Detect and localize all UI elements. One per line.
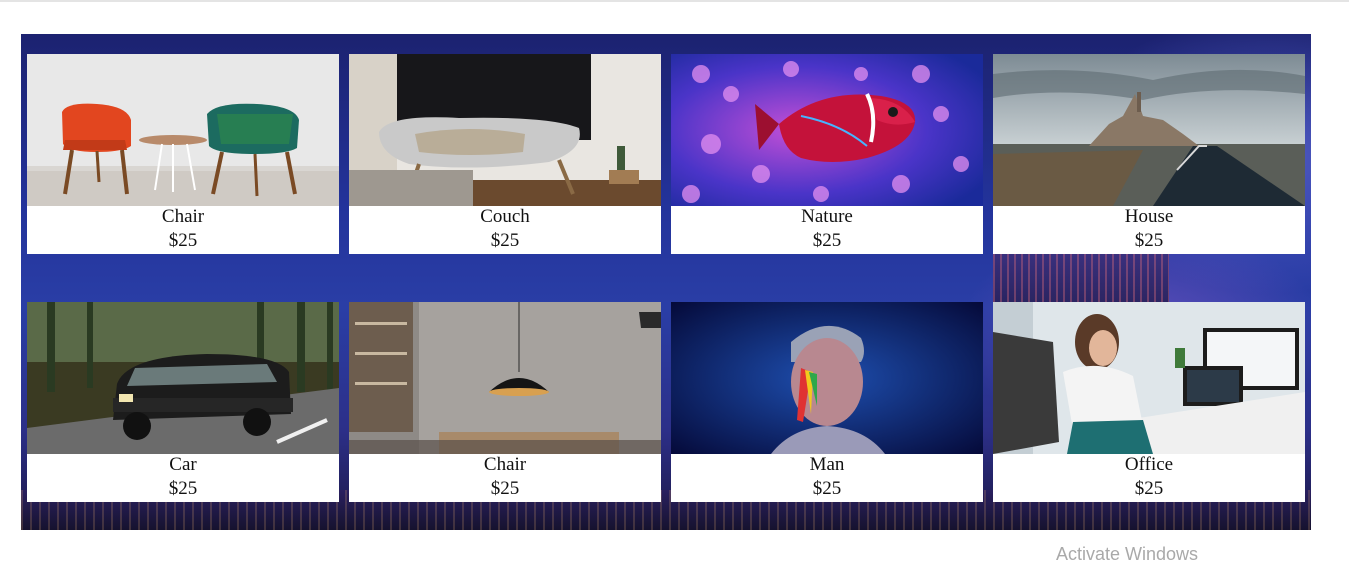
product-image-interior-chair [349,302,661,454]
product-card[interactable]: Couch $25 [349,54,661,254]
top-divider [0,0,1349,2]
product-image-house [993,54,1305,206]
activate-windows-watermark: Activate Windows [1056,544,1199,564]
product-image-car [27,302,339,454]
product-card[interactable]: Man $25 [671,302,983,502]
product-name: Car [169,454,197,475]
product-name: Man [809,454,845,475]
product-price: $25 [1134,478,1164,499]
product-card[interactable]: Office $25 [993,302,1305,502]
product-image-nature [671,54,983,206]
product-image-couch [349,54,661,206]
product-name: Nature [801,206,853,227]
product-name: Chair [483,454,527,475]
product-image-chair [27,54,339,206]
product-price: $25 [812,478,842,499]
product-price: $25 [1134,230,1164,251]
product-price: $25 [168,230,198,251]
product-card[interactable]: Chair $25 [27,54,339,254]
product-image-man [671,302,983,454]
product-name: Couch [480,206,530,227]
product-price: $25 [812,230,842,251]
product-price: $25 [490,230,520,251]
product-card[interactable]: Nature $25 [671,54,983,254]
product-name: Office [1124,454,1174,475]
product-name: Chair [161,206,205,227]
product-image-office [993,302,1305,454]
gallery-background: Chair $25 Couch $25 Nature $25 House $25… [21,34,1311,530]
product-price: $25 [168,478,198,499]
product-name: House [1124,206,1174,227]
product-card[interactable]: Car $25 [27,302,339,502]
product-price: $25 [490,478,520,499]
product-card[interactable]: House $25 [993,54,1305,254]
product-card[interactable]: Chair $25 [349,302,661,502]
